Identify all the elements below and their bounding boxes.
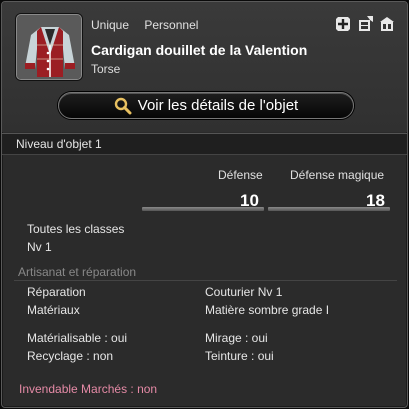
tooltip-header: Unique Personnel Cardigan douillet de la… — [2, 2, 407, 132]
materialize-status: Matérialisable : oui — [27, 331, 128, 345]
unique-tag: Unique — [91, 18, 130, 32]
glamour-dresser-icon[interactable] — [379, 16, 395, 32]
item-tags: Unique Personnel — [91, 18, 210, 32]
class-requirement: Toutes les classes — [27, 222, 125, 236]
recycle-status: Recyclage : non — [27, 349, 114, 363]
materials-value: Matière sombre grade I — [205, 303, 330, 317]
materials-label: Matériaux — [27, 303, 80, 317]
section-divider — [14, 280, 397, 281]
repair-value: Couturier Nv 1 — [205, 285, 283, 299]
level-requirement: Nv 1 — [27, 240, 52, 254]
magnifier-icon — [114, 97, 132, 114]
view-item-details-button[interactable]: Voir les détails de l'objet — [58, 92, 354, 119]
header-icon-group — [335, 16, 395, 32]
personal-tag: Personnel — [144, 18, 199, 32]
market-status: Invendable Marchés : non — [19, 382, 158, 396]
magic-defense-underline — [268, 207, 390, 211]
defense-underline — [142, 207, 264, 211]
plus-cross-icon[interactable] — [335, 16, 351, 32]
item-level: Niveau d'objet 1 — [2, 133, 407, 155]
item-name: Cardigan douillet de la Valention — [91, 42, 308, 58]
cardigan-garment-icon — [16, 14, 82, 80]
view-item-details-label: Voir les détails de l'objet — [137, 97, 299, 114]
crafting-section-title: Artisanat et réparation — [18, 265, 137, 279]
mirage-status: Mirage : oui — [205, 331, 268, 345]
magic-defense-label: Défense magique — [290, 168, 385, 182]
repair-label: Réparation — [27, 285, 86, 299]
item-tooltip: Unique Personnel Cardigan douillet de la… — [1, 1, 408, 408]
item-slot: Torse — [91, 62, 121, 76]
armoire-storage-icon[interactable] — [357, 16, 373, 32]
defense-label: Défense — [218, 168, 263, 182]
dye-status: Teinture : oui — [205, 349, 274, 363]
